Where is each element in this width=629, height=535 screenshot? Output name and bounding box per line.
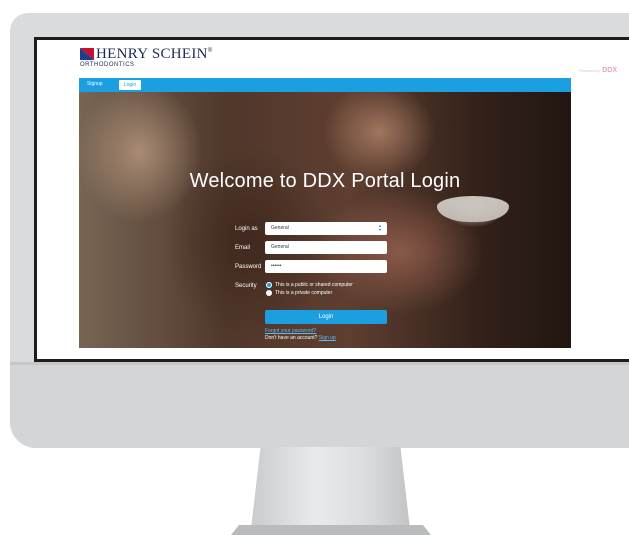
- security-option-label: This is a private computer: [275, 290, 333, 296]
- security-option-public[interactable]: This is a public or shared computer: [266, 282, 353, 288]
- ddx-logo: DDX: [602, 67, 617, 74]
- select-arrows-icon: ▲ ▼: [378, 223, 382, 232]
- henry-schein-mark-icon: [80, 48, 94, 60]
- login-as-value: General: [271, 225, 289, 231]
- powered-by-label: Powered by: [579, 68, 601, 73]
- monitor-divider: [10, 362, 629, 365]
- brand-subtitle: ORTHODONTICS: [80, 62, 135, 68]
- screen: HENRY SCHEIN ® ORTHODONTICS Powered by D…: [37, 40, 629, 359]
- nav-signup-link[interactable]: Signup: [87, 81, 103, 87]
- sign-up-link[interactable]: Sign up: [319, 335, 336, 341]
- email-label: Email: [235, 245, 251, 251]
- email-field[interactable]: General: [265, 241, 387, 254]
- login-as-select[interactable]: General ▲ ▼: [265, 222, 387, 235]
- password-value: ••••••: [271, 263, 282, 269]
- email-value: General: [271, 244, 289, 250]
- monitor-stand: [251, 447, 410, 529]
- registered-mark: ®: [207, 48, 213, 54]
- powered-by: Powered by DDX: [579, 67, 617, 74]
- forgot-password-link[interactable]: Forgot your password?: [265, 328, 316, 334]
- security-label: Security: [235, 283, 257, 289]
- monitor-stand-base: [231, 525, 431, 535]
- no-account-text: Don't have an account? Sign up: [265, 335, 336, 341]
- login-as-label: Login as: [235, 226, 258, 232]
- page-title: Welcome to DDX Portal Login: [189, 170, 461, 192]
- security-option-label: This is a public or shared computer: [275, 282, 353, 288]
- radio-selected-icon[interactable]: [266, 282, 272, 288]
- password-label: Password: [235, 264, 262, 270]
- password-field[interactable]: ••••••: [265, 260, 387, 273]
- nav-login-tab[interactable]: Login: [119, 80, 141, 90]
- henry-schein-logo: HENRY SCHEIN ®: [80, 46, 213, 62]
- monitor-chin: [10, 365, 629, 448]
- brand-name: HENRY SCHEIN: [96, 46, 208, 62]
- login-button[interactable]: Login: [265, 310, 387, 324]
- top-navbar: Signup Login: [79, 78, 571, 92]
- security-option-private[interactable]: This is a private computer: [266, 290, 332, 296]
- hero-background-photo: Welcome to DDX Portal Login Login as Gen…: [79, 92, 571, 348]
- no-account-label: Don't have an account?: [265, 335, 318, 341]
- radio-unselected-icon[interactable]: [266, 290, 272, 296]
